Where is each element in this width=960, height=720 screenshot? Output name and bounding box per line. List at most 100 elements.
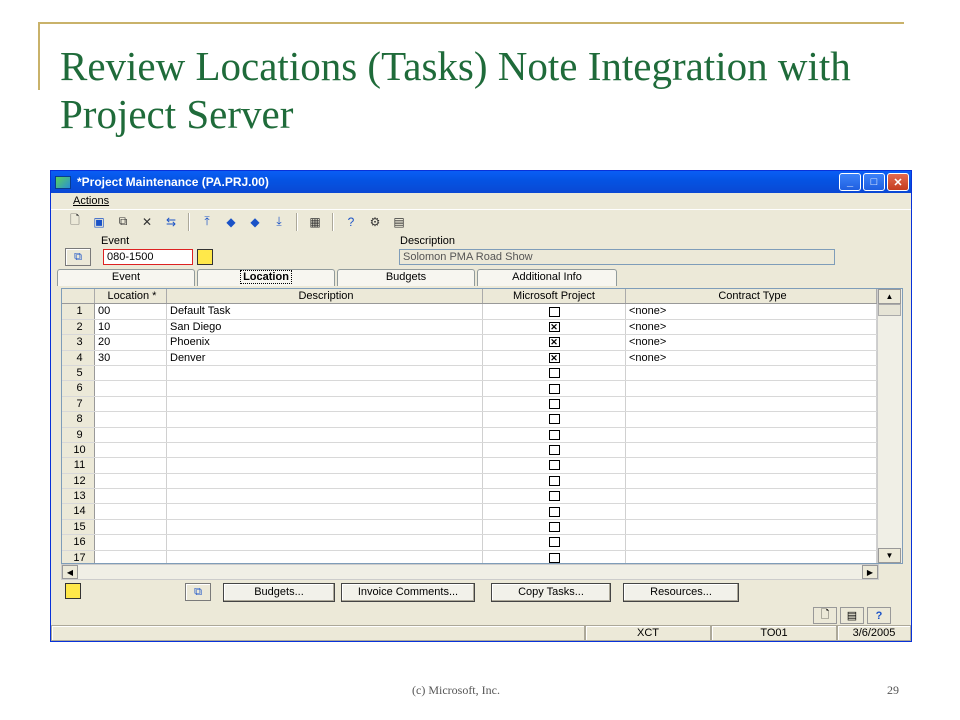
checkbox-unchecked[interactable] [548,414,560,425]
checkbox-unchecked[interactable] [548,445,560,456]
checkbox-unchecked[interactable] [548,491,560,502]
microsoft-project-cell[interactable] [483,412,626,427]
checkbox-checked[interactable]: ✕ [548,352,560,363]
microsoft-project-cell[interactable] [483,381,626,396]
menu-actions[interactable]: Actions [73,195,109,207]
location-cell[interactable] [95,504,167,519]
contract-type-cell[interactable]: <none> [626,319,877,335]
help-button-icon[interactable]: ? [867,607,891,624]
checkbox-checked[interactable]: ✕ [548,321,560,332]
location-cell[interactable]: 10 [95,319,167,335]
table-row[interactable]: 13 [62,489,877,505]
microsoft-project-cell[interactable] [483,427,626,442]
location-cell[interactable]: 00 [95,304,167,319]
checkbox-unchecked[interactable] [548,475,560,486]
tab-event[interactable]: Event [57,269,195,286]
description-cell[interactable] [167,535,483,550]
resources-button[interactable]: Resources... [623,583,739,602]
description-cell[interactable] [167,427,483,442]
help-icon[interactable]: ? [341,213,361,231]
print-button-icon[interactable]: ▤ [840,607,864,624]
table-row[interactable]: 9 [62,427,877,443]
location-cell[interactable]: 20 [95,335,167,350]
note-icon[interactable]: 🗋 [813,607,837,624]
table-row[interactable]: 4 30 Denver ✕ <none> [62,350,877,366]
delete-icon[interactable]: ✕ [137,213,157,231]
event-lookup-button[interactable]: ⧉ [65,248,91,266]
microsoft-project-cell[interactable]: ✕ [483,350,626,365]
contract-type-cell[interactable] [626,504,877,519]
column-header-description[interactable]: Description [167,289,483,304]
table-row[interactable]: 3 20 Phoenix ✕ <none> [62,335,877,351]
table-row[interactable]: 14 [62,504,877,520]
customize-icon[interactable]: ⚙ [365,213,385,231]
description-cell[interactable] [167,504,483,519]
description-cell[interactable] [167,442,483,458]
table-row[interactable]: 16 [62,535,877,551]
table-row[interactable]: 10 [62,442,877,459]
microsoft-project-cell[interactable] [483,458,626,473]
tab-budgets[interactable]: Budgets [337,269,475,286]
finish-icon[interactable]: ⧉ [113,213,133,231]
location-cell[interactable] [95,473,167,489]
checkbox-unchecked[interactable] [548,552,560,563]
maximize-button[interactable]: □ [863,173,885,191]
contract-type-cell[interactable] [626,365,877,381]
table-row[interactable]: 8 [62,412,877,428]
contract-type-cell[interactable] [626,519,877,535]
microsoft-project-cell[interactable]: ✕ [483,335,626,350]
minimize-button[interactable]: _ [839,173,861,191]
checkbox-unchecked[interactable] [548,522,560,533]
contract-type-cell[interactable] [626,442,877,458]
tab-additional-info[interactable]: Additional Info [477,269,617,286]
description-cell[interactable]: Default Task [167,304,483,319]
scroll-down-arrow-icon[interactable]: ▼ [878,548,901,563]
table-row[interactable]: 1 00 Default Task <none> [62,304,877,320]
microsoft-project-cell[interactable] [483,396,626,412]
tab-location[interactable]: Location [197,269,335,286]
calendar-icon[interactable]: ▦ [305,213,325,231]
location-cell[interactable] [95,442,167,458]
checkbox-unchecked[interactable] [548,368,560,379]
scroll-right-arrow-icon[interactable]: ▶ [862,565,878,579]
description-cell[interactable]: San Diego [167,319,483,335]
contract-type-cell[interactable] [626,396,877,412]
location-cell[interactable] [95,381,167,396]
new-icon[interactable]: 🗋 [65,213,85,231]
event-note-button[interactable] [197,249,213,265]
description-cell[interactable]: Phoenix [167,335,483,350]
checkbox-unchecked[interactable] [548,306,560,317]
grid-note-button[interactable] [65,583,81,599]
table-row[interactable]: 17 [62,550,877,563]
scroll-thumb[interactable] [878,304,901,316]
budgets-button[interactable]: Budgets... [223,583,335,602]
contract-type-cell[interactable] [626,489,877,504]
microsoft-project-cell[interactable] [483,489,626,504]
description-cell[interactable] [167,550,483,563]
contract-type-cell[interactable] [626,473,877,489]
checkbox-unchecked[interactable] [548,506,560,517]
last-record-icon[interactable]: ⤓ [269,213,289,231]
location-cell[interactable] [95,396,167,412]
table-row[interactable]: 12 [62,473,877,490]
description-cell[interactable]: Denver [167,350,483,365]
microsoft-project-cell[interactable] [483,519,626,535]
contract-type-cell[interactable]: <none> [626,304,877,319]
invoice-comments-button[interactable]: Invoice Comments... [341,583,475,602]
contract-type-cell[interactable] [626,381,877,396]
scroll-up-arrow-icon[interactable]: ▲ [878,289,901,304]
scroll-left-arrow-icon[interactable]: ◀ [62,565,78,579]
event-field[interactable]: 080-1500 [103,249,193,265]
microsoft-project-cell[interactable] [483,550,626,563]
column-header-microsoft-project[interactable]: Microsoft Project [483,289,626,304]
window-titlebar[interactable]: *Project Maintenance (PA.PRJ.00) _ □ ✕ [51,171,911,193]
location-cell[interactable] [95,427,167,442]
microsoft-project-cell[interactable] [483,304,626,319]
location-cell[interactable] [95,535,167,550]
vertical-scrollbar[interactable]: ▲ ▼ [877,289,902,563]
description-cell[interactable] [167,489,483,504]
table-row[interactable]: 6 [62,381,877,397]
first-record-icon[interactable]: ⤒ [197,213,217,231]
table-row[interactable]: 5 [62,365,877,382]
horizontal-scrollbar[interactable]: ◀ ▶ [61,564,879,580]
